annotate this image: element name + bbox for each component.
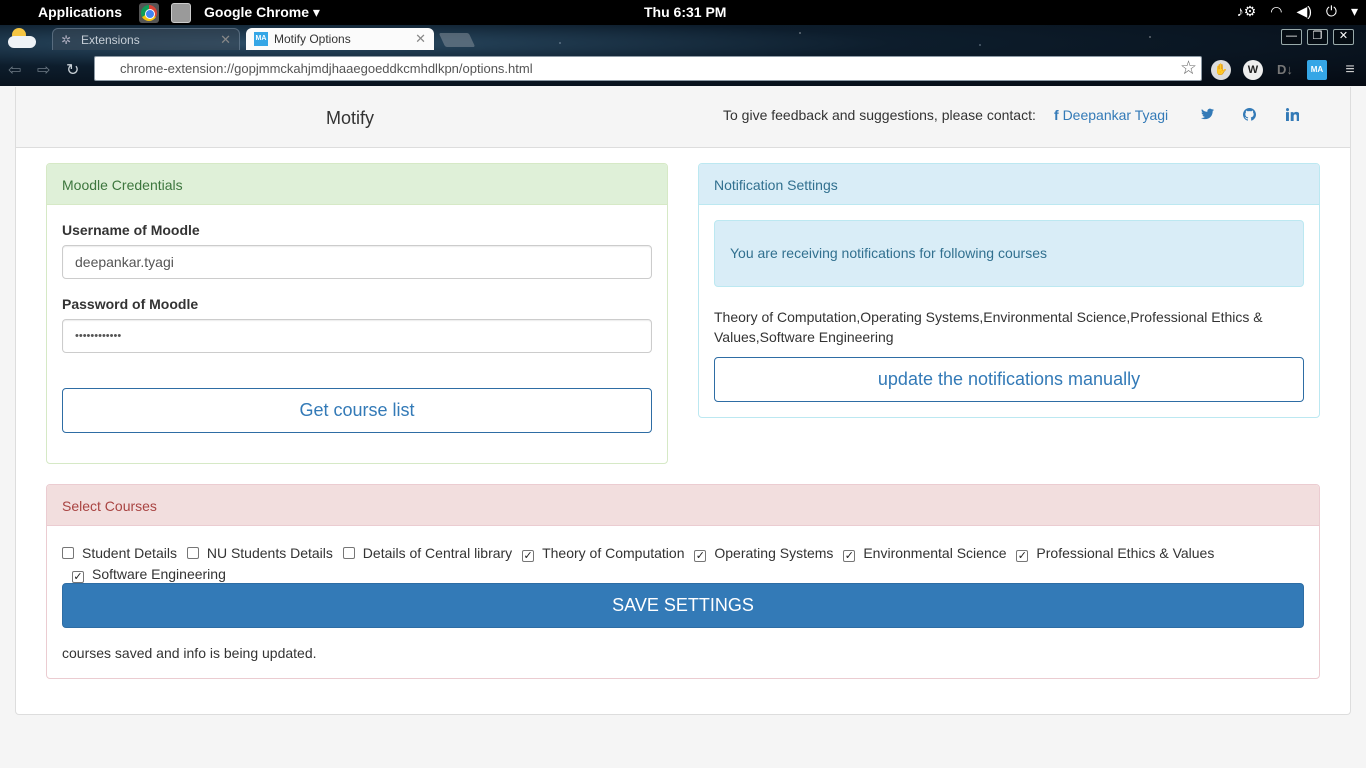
address-bar[interactable]: chrome-extension://gopjmmckahjmdjhaaegoe…: [94, 56, 1202, 81]
system-tray: ♪⚙ ◠ ◀) ⏻ ▾: [1237, 3, 1358, 20]
clock[interactable]: Thu 6:31 PM: [644, 4, 726, 20]
twitter-icon[interactable]: [1201, 108, 1215, 122]
file-manager-icon[interactable]: [171, 3, 191, 23]
active-app-menu[interactable]: Google Chrome ▾: [204, 4, 320, 21]
select-courses-panel: Select Courses Student Details NU Studen…: [46, 484, 1320, 679]
minimize-button[interactable]: —: [1281, 29, 1302, 45]
checkbox[interactable]: [186, 547, 199, 559]
checkbox[interactable]: [342, 547, 355, 559]
course-checkbox-operating-systems[interactable]: ✓ Operating Systems: [694, 543, 833, 564]
applications-menu[interactable]: Applications: [38, 4, 122, 20]
close-icon[interactable]: ✕: [220, 32, 231, 48]
password-label: Password of Moodle: [62, 296, 199, 312]
checkbox[interactable]: ✓: [522, 550, 535, 562]
course-checkbox-professional-ethics[interactable]: ✓ Professional Ethics & Values: [1016, 543, 1214, 564]
select-courses-heading: Select Courses: [47, 485, 1319, 526]
volume-icon[interactable]: ◀): [1296, 3, 1311, 20]
checkbox[interactable]: ✓: [694, 550, 707, 562]
credentials-heading: Moodle Credentials: [47, 164, 667, 205]
password-field[interactable]: ••••••••••••: [62, 319, 652, 353]
facebook-link[interactable]: f Deepankar Tyagi: [1054, 107, 1168, 123]
course-checkbox-theory-of-computation[interactable]: ✓ Theory of Computation: [522, 543, 684, 564]
facebook-name: Deepankar Tyagi: [1062, 107, 1169, 123]
motify-icon: MA: [254, 32, 268, 46]
checkbox[interactable]: ✓: [72, 571, 84, 583]
notification-heading: Notification Settings: [699, 164, 1319, 205]
restore-button[interactable]: ❐: [1307, 29, 1328, 45]
chrome-launcher-icon[interactable]: [139, 3, 159, 23]
notification-alert: You are receiving notifications for foll…: [714, 220, 1304, 287]
window-controls: — ❐ ✕: [1281, 29, 1354, 45]
course-checkbox-nu-students-details[interactable]: NU Students Details: [186, 543, 333, 564]
forward-button[interactable]: ⇨: [37, 60, 50, 80]
url-text: chrome-extension://gopjmmckahjmdjhaaegoe…: [120, 61, 533, 76]
course-checkbox-list: Student Details NU Students Details Deta…: [62, 543, 1302, 585]
checkbox-label: Software Engineering: [92, 566, 226, 582]
contact-text: To give feedback and suggestions, please…: [723, 107, 1036, 123]
page-header: Motify To give feedback and suggestions,…: [16, 87, 1350, 148]
reload-button[interactable]: ↻: [66, 60, 79, 80]
get-course-list-button[interactable]: Get course list: [62, 388, 652, 433]
update-notifications-button[interactable]: update the notifications manually: [714, 357, 1304, 402]
save-status-text: courses saved and info is being updated.: [62, 645, 317, 661]
course-checkbox-student-details[interactable]: Student Details: [62, 543, 177, 564]
browser-frame: ✲ Extensions ✕ MA Motify Options ✕ — ❐ ✕…: [0, 25, 1366, 86]
course-checkbox-environmental-science[interactable]: ✓ Environmental Science: [843, 543, 1007, 564]
github-icon[interactable]: [1243, 108, 1257, 122]
puzzle-icon: ✲: [61, 33, 72, 47]
checkbox-label: NU Students Details: [206, 545, 333, 561]
course-checkbox-software-engineering[interactable]: ✓ Software Engineering: [72, 564, 226, 585]
checkbox-label: Operating Systems: [714, 545, 834, 561]
checkbox-label: Professional Ethics & Values: [1036, 545, 1215, 561]
motify-icon[interactable]: MA: [1307, 60, 1327, 80]
checkbox-label: Details of Central library: [362, 545, 513, 561]
bookmark-star-icon[interactable]: ☆: [1180, 57, 1197, 80]
course-checkbox-central-library[interactable]: Details of Central library: [342, 543, 513, 564]
hand-icon[interactable]: ✋: [1211, 60, 1231, 80]
close-icon[interactable]: ✕: [415, 31, 426, 47]
checkbox[interactable]: [62, 547, 74, 559]
downloader-icon[interactable]: D↓: [1275, 60, 1295, 80]
credentials-panel: Moodle Credentials Username of Moodle de…: [46, 163, 668, 464]
music-note-icon[interactable]: ♪⚙: [1237, 3, 1257, 20]
system-top-panel: Applications Google Chrome ▾ Thu 6:31 PM…: [0, 0, 1366, 25]
wikipedia-icon[interactable]: W: [1243, 60, 1263, 80]
chevron-down-icon[interactable]: ▾: [1351, 3, 1358, 20]
notification-panel: Notification Settings You are receiving …: [698, 163, 1320, 418]
notified-courses-text: Theory of Computation,Operating Systems,…: [714, 309, 1263, 345]
tab-motify-options[interactable]: MA Motify Options ✕: [246, 28, 434, 50]
tab-title: Motify Options: [274, 32, 351, 46]
checkbox-label: Theory of Computation: [542, 545, 685, 561]
new-tab-button[interactable]: [438, 33, 476, 47]
tab-extensions[interactable]: ✲ Extensions ✕: [52, 28, 240, 50]
save-settings-button[interactable]: SAVE SETTINGS: [62, 583, 1304, 628]
tab-title: Extensions: [81, 33, 140, 47]
options-container: Motify To give feedback and suggestions,…: [15, 87, 1351, 715]
power-icon[interactable]: ⏻: [1326, 3, 1337, 20]
wifi-icon[interactable]: ◠: [1270, 3, 1282, 20]
weather-icon[interactable]: [8, 28, 38, 50]
checkbox-label: Environmental Science: [863, 545, 1007, 561]
username-label: Username of Moodle: [62, 222, 200, 238]
menu-icon[interactable]: ≡: [1340, 60, 1360, 80]
linkedin-icon[interactable]: [1286, 108, 1300, 122]
browser-toolbar: ⇦ ⇨ ↻ chrome-extension://gopjmmckahjmdjh…: [0, 55, 1366, 86]
brand-title: Motify: [326, 108, 375, 128]
page-content: Motify To give feedback and suggestions,…: [0, 86, 1366, 768]
facebook-icon: f: [1054, 107, 1059, 123]
close-window-button[interactable]: ✕: [1333, 29, 1354, 45]
checkbox-label: Student Details: [82, 545, 177, 561]
checkbox[interactable]: ✓: [1016, 550, 1029, 562]
username-field[interactable]: deepankar.tyagi: [62, 245, 652, 279]
checkbox[interactable]: ✓: [843, 550, 856, 562]
back-button[interactable]: ⇦: [8, 60, 21, 80]
